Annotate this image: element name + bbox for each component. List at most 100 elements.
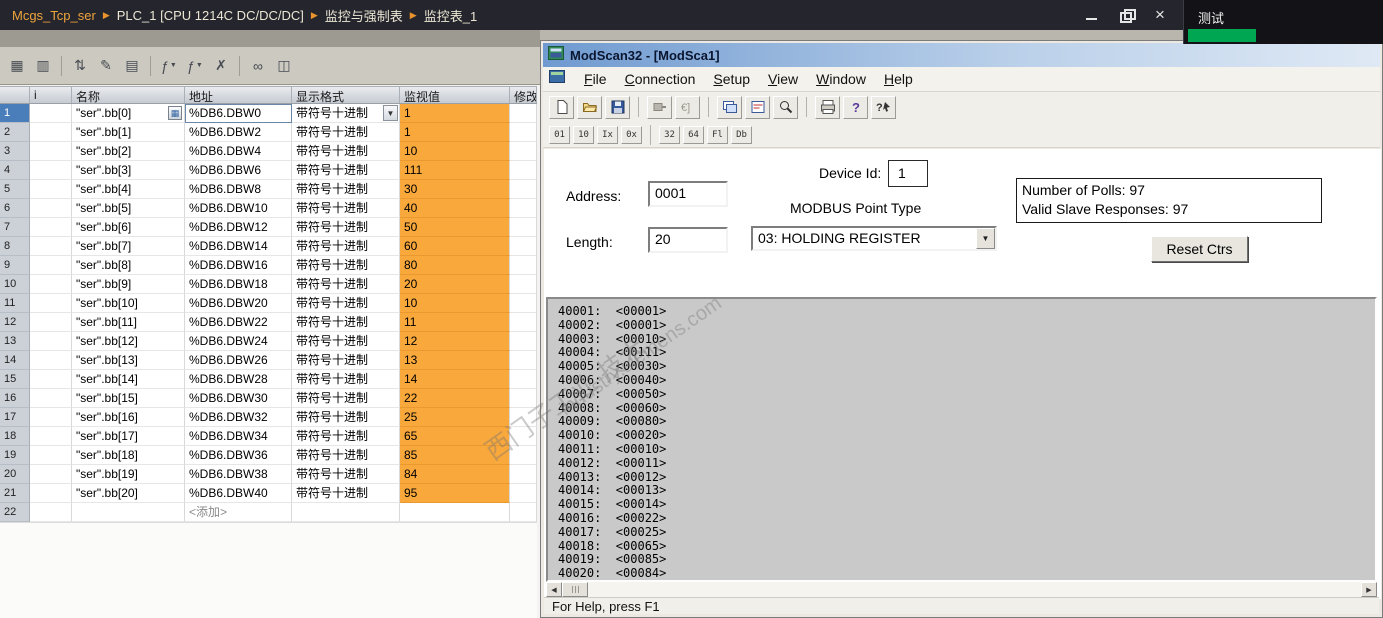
modify-trigger-icon[interactable]: ƒ ▼ xyxy=(183,53,207,79)
point-type-dropdown[interactable]: 03: HOLDING REGISTER ▼ xyxy=(751,226,997,251)
help-icon[interactable]: ? xyxy=(843,95,868,119)
row-format-cell[interactable]: 带符号十进制 ▼ xyxy=(292,104,400,123)
row-address-cell[interactable]: %DB6.DBW2 xyxy=(185,123,292,142)
row-value-cell[interactable]: 84 xyxy=(400,465,510,484)
row-value-cell[interactable]: 14 xyxy=(400,370,510,389)
row-address-cell[interactable]: %DB6.DBW18 xyxy=(185,275,292,294)
row-value-cell[interactable]: 40 xyxy=(400,199,510,218)
watch-once-icon[interactable]: ▥ xyxy=(31,53,55,79)
row-address-cell[interactable]: %DB6.DBW0 xyxy=(185,104,292,123)
menu-setup[interactable]: Setup xyxy=(704,69,759,89)
row-name-cell[interactable]: "ser".bb[0] ▦ xyxy=(72,104,185,123)
row-name-cell[interactable]: "ser".bb[11] xyxy=(72,313,185,332)
breadcrumb-item[interactable]: 监控表_1 xyxy=(424,6,477,25)
restore-button[interactable] xyxy=(1119,8,1136,23)
sort-rows-icon[interactable]: ⇅ xyxy=(68,53,92,79)
row-name-cell[interactable]: "ser".bb[13] xyxy=(72,351,185,370)
column-header-0[interactable]: i xyxy=(30,87,72,103)
row-number[interactable]: 5 xyxy=(0,180,30,199)
row-format-cell[interactable]: 带符号十进制 xyxy=(292,256,400,275)
row-name-cell[interactable]: "ser".bb[14] xyxy=(72,370,185,389)
chevron-down-icon[interactable]: ▼ xyxy=(383,105,398,121)
row-name-cell[interactable]: "ser".bb[4] xyxy=(72,180,185,199)
edit-table-icon[interactable]: ✎ xyxy=(94,53,118,79)
row-name-cell[interactable]: "ser".bb[16] xyxy=(72,408,185,427)
chevron-down-icon[interactable]: ▼ xyxy=(976,228,995,249)
column-header-4[interactable]: 监视值 xyxy=(400,87,510,103)
column-header-5[interactable]: 修改 xyxy=(510,87,537,103)
row-address-cell[interactable]: %DB6.DBW32 xyxy=(185,408,292,427)
row-number[interactable]: 17 xyxy=(0,408,30,427)
row-number[interactable]: 16 xyxy=(0,389,30,408)
format-button-0x[interactable]: 0x xyxy=(621,125,642,144)
row-number[interactable]: 21 xyxy=(0,484,30,503)
print-icon[interactable] xyxy=(815,95,840,119)
row-format-cell[interactable]: 带符号十进制 xyxy=(292,408,400,427)
row-number[interactable]: 20 xyxy=(0,465,30,484)
row-name-cell[interactable]: "ser".bb[18] xyxy=(72,446,185,465)
row-address-cell[interactable]: %DB6.DBW34 xyxy=(185,427,292,446)
row-number[interactable]: 19 xyxy=(0,446,30,465)
modscan-title-bar[interactable]: ModScan32 - [ModSca1] xyxy=(543,43,1380,67)
modify-now-icon[interactable]: ƒ ▼ xyxy=(157,53,181,79)
row-value-cell[interactable]: 85 xyxy=(400,446,510,465)
row-format-cell[interactable]: 带符号十进制 xyxy=(292,237,400,256)
row-address-cell[interactable]: %DB6.DBW28 xyxy=(185,370,292,389)
format-button-Db[interactable]: Db xyxy=(731,125,752,144)
row-value-cell[interactable]: 1 xyxy=(400,123,510,142)
row-format-cell[interactable]: 带符号十进制 xyxy=(292,313,400,332)
row-address-cell[interactable]: %DB6.DBW16 xyxy=(185,256,292,275)
row-number[interactable]: 7 xyxy=(0,218,30,237)
row-number[interactable]: 2 xyxy=(0,123,30,142)
row-address-cell[interactable]: %DB6.DBW22 xyxy=(185,313,292,332)
row-name-cell[interactable]: "ser".bb[6] xyxy=(72,218,185,237)
row-address-cell[interactable]: %DB6.DBW30 xyxy=(185,389,292,408)
row-address-cell[interactable]: %DB6.DBW10 xyxy=(185,199,292,218)
row-number[interactable]: 14 xyxy=(0,351,30,370)
column-header-3[interactable]: 显示格式 xyxy=(292,87,400,103)
stop-modify-icon[interactable]: ✗ xyxy=(209,53,233,79)
reset-ctrs-button[interactable]: Reset Ctrs xyxy=(1151,236,1248,262)
list-icon[interactable]: ▤ xyxy=(120,53,144,79)
device-id-input[interactable]: 1 xyxy=(888,160,928,187)
row-format-cell[interactable]: 带符号十进制 xyxy=(292,332,400,351)
breadcrumb-item[interactable]: PLC_1 [CPU 1214C DC/DC/DC] xyxy=(117,8,304,23)
table-add-row[interactable]: 22 <添加> xyxy=(0,503,537,522)
row-value-cell[interactable]: 22 xyxy=(400,389,510,408)
row-number[interactable]: 12 xyxy=(0,313,30,332)
row-number[interactable]: 13 xyxy=(0,332,30,351)
row-value-cell[interactable]: 30 xyxy=(400,180,510,199)
row-address-cell[interactable]: %DB6.DBW4 xyxy=(185,142,292,161)
row-address-cell[interactable]: %DB6.DBW40 xyxy=(185,484,292,503)
address-input[interactable]: 0001 xyxy=(648,181,728,207)
column-header-1[interactable]: 名称 xyxy=(72,87,185,103)
row-format-cell[interactable]: 带符号十进制 xyxy=(292,389,400,408)
row-name-cell[interactable]: "ser".bb[9] xyxy=(72,275,185,294)
row-number[interactable]: 11 xyxy=(0,294,30,313)
row-address-cell[interactable]: %DB6.DBW6 xyxy=(185,161,292,180)
close-button[interactable]: × xyxy=(1153,6,1167,23)
row-format-cell[interactable]: 带符号十进制 xyxy=(292,275,400,294)
row-format-cell[interactable]: 带符号十进制 xyxy=(292,370,400,389)
save-icon[interactable] xyxy=(605,95,630,119)
row-address-cell[interactable]: %DB6.DBW20 xyxy=(185,294,292,313)
breadcrumb-project[interactable]: Mcgs_Tcp_ser xyxy=(12,8,96,23)
row-value-cell[interactable]: 1 xyxy=(400,104,510,123)
row-value-cell[interactable]: 95 xyxy=(400,484,510,503)
row-format-cell[interactable]: 带符号十进制 xyxy=(292,484,400,503)
row-format-cell[interactable]: 带符号十进制 xyxy=(292,427,400,446)
row-value-cell[interactable]: 13 xyxy=(400,351,510,370)
format-button-64[interactable]: 64 xyxy=(683,125,704,144)
row-number[interactable]: 6 xyxy=(0,199,30,218)
context-help-icon[interactable]: ? xyxy=(871,95,896,119)
row-value-cell[interactable]: 10 xyxy=(400,294,510,313)
row-format-cell[interactable]: 带符号十进制 xyxy=(292,218,400,237)
format-button-10[interactable]: 10 xyxy=(573,125,594,144)
row-number[interactable]: 15 xyxy=(0,370,30,389)
row-format-cell[interactable]: 带符号十进制 xyxy=(292,161,400,180)
symbol-picker-icon[interactable]: ▦ xyxy=(168,106,182,120)
scroll-right-icon[interactable]: ▶ xyxy=(1361,582,1377,597)
row-number[interactable]: 8 xyxy=(0,237,30,256)
row-number[interactable]: 18 xyxy=(0,427,30,446)
watch-all-icon[interactable]: ▦ xyxy=(5,53,29,79)
